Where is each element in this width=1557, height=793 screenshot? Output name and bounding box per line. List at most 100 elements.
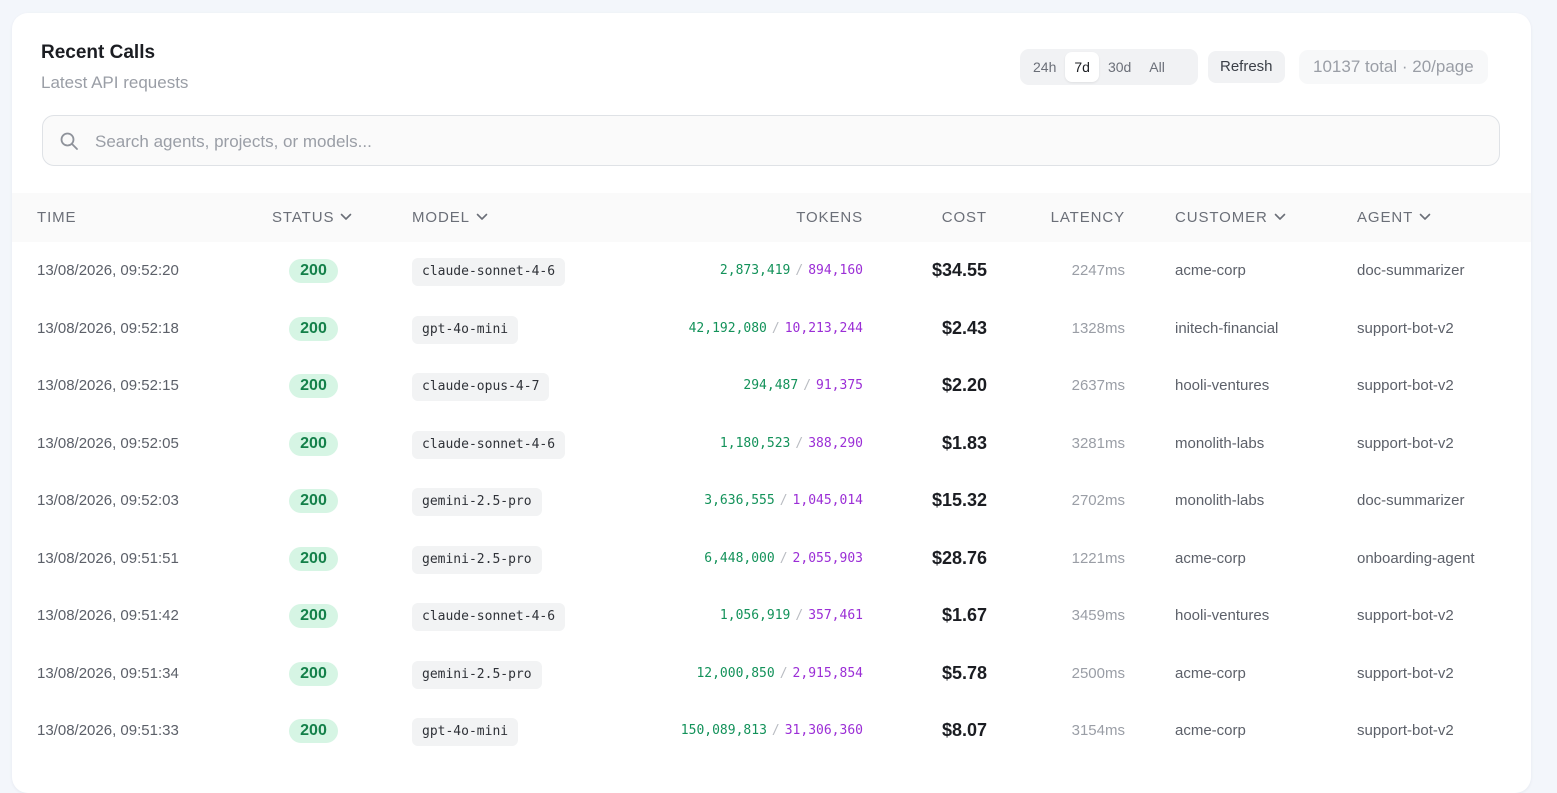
agent-cell: support-bot-v2 [1357, 377, 1454, 394]
column-header-label: COST [941, 209, 987, 226]
cost-cell: $8.07 [941, 720, 987, 740]
customer-cell: monolith-labs [1175, 434, 1265, 452]
tokens-input: 2,873,419 [719, 263, 791, 278]
cost-cell: $15.32 [931, 490, 987, 510]
column-header-label: TIME [37, 209, 77, 226]
column-header-time[interactable]: TIME [37, 193, 76, 242]
search-bar [42, 115, 1500, 167]
time-cell: 13/08/2026, 09:52:18 [37, 319, 179, 337]
column-header-customer[interactable]: CUSTOMER [1175, 193, 1286, 242]
tokens-cell: 2,873,419 / 894,160 [720, 242, 863, 300]
tokens-separator: / [779, 493, 788, 508]
time-range-toggle: 24h 7d 30d All [1020, 49, 1198, 85]
pagination-summary: 10137 total · 20/page [1299, 50, 1488, 84]
table-body: 13/08/2026, 09:52:20 200 claude-sonnet-4… [12, 242, 1531, 760]
column-header-label: CUSTOMER [1175, 209, 1268, 226]
column-header-latency[interactable]: LATENCY [1051, 193, 1125, 242]
status-cell: 200 [289, 415, 338, 473]
chevron-down-icon [341, 213, 352, 220]
model-cell: gpt-4o-mini [412, 702, 519, 760]
column-header-label: AGENT [1357, 209, 1414, 226]
tokens-separator: / [795, 435, 804, 451]
model-cell: claude-sonnet-4-6 [412, 415, 566, 473]
table-row[interactable]: 13/08/2026, 09:51:51 200 gemini-2.5-pro … [12, 530, 1531, 588]
agent-cell: support-bot-v2 [1357, 722, 1454, 739]
tokens-output: 2,915,854 [792, 665, 863, 681]
tokens-input: 12,000,850 [696, 665, 775, 681]
page-subtitle: Latest API requests [41, 73, 189, 92]
column-header-model[interactable]: MODEL [412, 193, 488, 242]
status-badge: 200 [289, 546, 338, 571]
status-badge: 200 [289, 259, 338, 283]
column-header-cost[interactable]: COST [942, 193, 987, 242]
chevron-down-icon [476, 213, 488, 220]
table-row[interactable]: 13/08/2026, 09:52:05 200 claude-sonnet-4… [12, 415, 1531, 473]
model-chip: gpt-4o-mini [412, 718, 519, 746]
range-24h-button[interactable]: 24h [1024, 52, 1065, 82]
table-row[interactable]: 13/08/2026, 09:52:20 200 claude-sonnet-4… [12, 242, 1531, 300]
model-cell: gemini-2.5-pro [412, 472, 542, 530]
model-cell: claude-sonnet-4-6 [412, 587, 566, 645]
model-cell: gpt-4o-mini [412, 300, 519, 358]
tokens-separator: / [795, 263, 804, 278]
status-badge: 200 [289, 604, 338, 628]
status-badge: 200 [289, 431, 338, 456]
latency-cell: 3154ms [1071, 722, 1125, 739]
time-cell: 13/08/2026, 09:52:15 [37, 377, 179, 394]
model-cell: claude-opus-4-7 [412, 357, 550, 415]
model-cell: gemini-2.5-pro [412, 530, 542, 588]
cost-cell: $5.78 [941, 662, 987, 683]
model-chip: gpt-4o-mini [412, 315, 519, 344]
column-header-agent[interactable]: AGENT [1357, 193, 1431, 242]
cost-cell: $1.83 [941, 432, 987, 453]
tokens-input: 1,180,523 [719, 435, 791, 451]
range-30d-button[interactable]: 30d [1099, 52, 1140, 82]
recent-calls-card: Recent Calls Latest API requests 24h 7d … [12, 13, 1531, 793]
search-icon [60, 132, 78, 150]
search-input[interactable] [93, 116, 1487, 167]
tokens-cell: 1,180,523/388,290 [720, 415, 863, 473]
latency-cell: 1328ms [1071, 319, 1125, 337]
cost-cell: $2.20 [941, 375, 987, 395]
tokens-output: 357,461 [808, 608, 863, 623]
time-cell: 13/08/2026, 09:51:42 [37, 607, 179, 624]
status-badge: 200 [289, 316, 338, 341]
table-row[interactable]: 13/08/2026, 09:51:34 200 gemini-2.5-pro … [12, 645, 1531, 703]
refresh-button[interactable]: Refresh [1208, 51, 1285, 83]
range-all-button[interactable]: All [1140, 52, 1174, 82]
customer-cell: acme-corp [1175, 722, 1246, 739]
tokens-separator: / [779, 550, 788, 566]
chevron-down-icon [1274, 213, 1286, 220]
latency-cell: 3281ms [1071, 434, 1125, 452]
model-chip: claude-sonnet-4-6 [412, 430, 566, 459]
cost-cell: $1.67 [941, 605, 987, 625]
customer-cell: initech-financial [1175, 319, 1279, 337]
table-row[interactable]: 13/08/2026, 09:51:42 200 claude-sonnet-4… [12, 587, 1531, 645]
column-header-status[interactable]: STATUS [272, 193, 352, 242]
customer-cell: hooli-ventures [1175, 607, 1270, 624]
agent-cell: doc-summarizer [1357, 492, 1465, 509]
table-row[interactable]: 13/08/2026, 09:52:18 200 gpt-4o-mini 42,… [12, 300, 1531, 358]
tokens-input: 1,056,919 [719, 608, 791, 623]
tokens-cell: 6,448,000/2,055,903 [704, 530, 863, 588]
column-header-tokens[interactable]: TOKENS [796, 193, 863, 242]
tokens-output: 91,375 [816, 378, 863, 393]
agent-cell: support-bot-v2 [1357, 319, 1454, 337]
time-cell: 13/08/2026, 09:52:20 [37, 262, 179, 279]
range-7d-button[interactable]: 7d [1065, 52, 1099, 82]
table-row[interactable]: 13/08/2026, 09:51:33 200 gpt-4o-mini 150… [12, 702, 1531, 760]
status-cell: 200 [289, 587, 338, 645]
cost-cell: $2.43 [941, 317, 987, 338]
status-cell: 200 [289, 530, 338, 588]
customer-cell: hooli-ventures [1175, 377, 1270, 394]
tokens-input: 150,089,813 [680, 723, 767, 738]
table-row[interactable]: 13/08/2026, 09:52:15 200 claude-opus-4-7… [12, 357, 1531, 415]
page-title: Recent Calls [41, 42, 156, 63]
tokens-separator: / [779, 665, 788, 681]
tokens-output: 388,290 [808, 435, 863, 451]
table-row[interactable]: 13/08/2026, 09:52:03 200 gemini-2.5-pro … [12, 472, 1531, 530]
model-chip: gemini-2.5-pro [412, 660, 542, 689]
time-cell: 13/08/2026, 09:51:33 [37, 722, 179, 739]
tokens-cell: 12,000,850/2,915,854 [696, 645, 863, 703]
model-chip: gemini-2.5-pro [412, 488, 542, 516]
